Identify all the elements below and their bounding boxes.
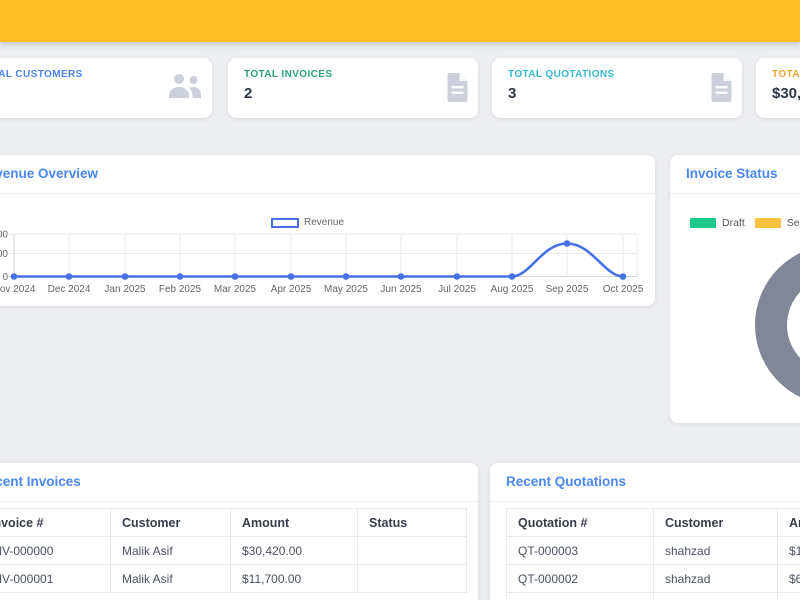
customer-name: shahzad <box>653 564 778 593</box>
amount: $11, <box>777 592 800 600</box>
stat-card-customers: TOTAL CUSTOMERS <box>0 58 212 118</box>
stat-card-quotations: TOTAL QUOTATIONS 3 <box>492 58 742 118</box>
col-header-amount: Amount <box>230 508 358 537</box>
revenue-overview-card: Revenue Overview Revenue <box>0 155 655 306</box>
recent-invoices-table: Invoice # Customer Amount Status INV-000… <box>0 508 467 593</box>
recent-invoices-title: Recent Invoices <box>0 474 81 489</box>
stat-label: TOTAL REVENUE <box>772 69 800 80</box>
y-tick: 40,000 <box>0 230 8 241</box>
card-header: Recent Quotations <box>490 463 800 502</box>
quotation-number: QT-000002 <box>506 564 654 593</box>
stat-card-invoices: TOTAL INVOICES 2 <box>228 58 478 118</box>
quotation-number: QT-000001 <box>506 592 654 600</box>
invoice-number: INV-000000 <box>0 536 111 565</box>
y-tick: 0 <box>2 272 8 283</box>
svg-text:Mar 2025: Mar 2025 <box>214 284 257 295</box>
customer-name: shahzad <box>653 536 778 565</box>
stat-label: TOTAL CUSTOMERS <box>0 69 83 80</box>
recent-quotations-table: Quotation # Customer Amount QT-000003 sh… <box>506 508 800 600</box>
card-header: Recent Invoices <box>0 463 478 502</box>
col-header-status: Status <box>357 508 467 537</box>
col-header-amount: Amount <box>777 508 800 537</box>
invoice-status-title: Invoice Status <box>686 166 778 181</box>
stat-value: 3 <box>508 85 517 102</box>
amount: $6,0 <box>777 564 800 593</box>
legend-item-sent[interactable]: Sent <box>754 217 800 229</box>
quotation-number: QT-000003 <box>506 536 654 565</box>
legend-item-draft[interactable]: Draft <box>690 217 745 229</box>
table-row: QT-000002 shahzad $6,0 <box>506 564 800 593</box>
stat-label: TOTAL QUOTATIONS <box>508 69 615 80</box>
stat-value: 2 <box>244 85 253 102</box>
table-header-row: Quotation # Customer Amount <box>506 508 800 537</box>
col-header-invoice: Invoice # <box>0 508 111 537</box>
svg-text:Nov 2024: Nov 2024 <box>0 284 36 295</box>
svg-text:Jan 2025: Jan 2025 <box>104 284 146 295</box>
invoice-status-doughnut-chart <box>755 245 800 405</box>
status <box>357 536 467 565</box>
stat-label: TOTAL INVOICES <box>244 69 333 80</box>
recent-invoices-card: Recent Invoices Invoice # Customer Amoun… <box>0 463 478 600</box>
svg-text:May 2025: May 2025 <box>324 284 368 295</box>
svg-text:Jul 2025: Jul 2025 <box>438 284 476 295</box>
svg-text:Feb 2025: Feb 2025 <box>159 284 202 295</box>
svg-text:Sep 2025: Sep 2025 <box>546 284 589 295</box>
col-header-customer: Customer <box>653 508 778 537</box>
col-header-customer: Customer <box>110 508 231 537</box>
stat-card-revenue: TOTAL REVENUE $30,420.00 <box>756 58 800 118</box>
table-row: INV-000000 Malik Asif $30,420.00 <box>0 536 467 565</box>
col-header-quotation: Quotation # <box>506 508 654 537</box>
svg-text:Jun 2025: Jun 2025 <box>380 284 422 295</box>
customer-name: Malik Asif <box>653 592 778 600</box>
amount: $1,1 <box>777 536 800 565</box>
users-icon <box>166 72 204 104</box>
draft-swatch <box>690 218 716 228</box>
stat-value: $30,420.00 <box>772 85 800 102</box>
y-tick: 20,000 <box>0 249 8 260</box>
table-header-row: Invoice # Customer Amount Status <box>0 508 467 537</box>
recent-quotations-title: Recent Quotations <box>506 474 627 489</box>
file-quotation-icon <box>709 72 734 107</box>
amount: $30,420.00 <box>230 536 358 565</box>
table-row: INV-000001 Malik Asif $11,700.00 <box>0 564 467 593</box>
invoice-status-card: Invoice Status Draft Sent <box>670 155 800 423</box>
card-header: Invoice Status <box>670 155 800 194</box>
legend-label: Draft <box>722 217 745 229</box>
x-ticks: Nov 2024 Dec 2024 Jan 2025 Feb 2025 Mar … <box>0 284 644 295</box>
sent-swatch <box>754 218 781 228</box>
invoice-number: INV-000001 <box>0 564 111 593</box>
amount: $11,700.00 <box>230 564 358 593</box>
table-row: QT-000003 shahzad $1,1 <box>506 536 800 565</box>
revenue-overview-title: Revenue Overview <box>0 166 99 181</box>
customer-name: Malik Asif <box>110 564 231 593</box>
table-row: QT-000001 Malik Asif $11, <box>506 592 800 600</box>
customer-name: Malik Asif <box>110 536 231 565</box>
revenue-line-series <box>14 242 624 278</box>
revenue-line-chart: 40,000 20,000 0 Nov 2024 Dec 2024 <box>0 191 655 306</box>
status <box>357 564 467 593</box>
svg-text:Apr 2025: Apr 2025 <box>271 284 312 295</box>
dashboard-page: TOTAL CUSTOMERS TOTAL INVOICES 2 TOTAL Q… <box>0 0 800 600</box>
legend-label: Sent <box>786 217 800 229</box>
invoice-status-legend: Draft Sent <box>690 217 800 229</box>
svg-text:Aug 2025: Aug 2025 <box>491 284 534 295</box>
top-navbar <box>0 0 800 42</box>
revenue-line-points <box>10 240 627 280</box>
svg-text:Oct 2025: Oct 2025 <box>603 284 644 295</box>
svg-text:Dec 2024: Dec 2024 <box>48 284 91 295</box>
file-invoice-icon <box>445 72 470 107</box>
card-header: Revenue Overview <box>0 155 655 194</box>
recent-quotations-card: Recent Quotations Quotation # Customer A… <box>490 463 800 600</box>
